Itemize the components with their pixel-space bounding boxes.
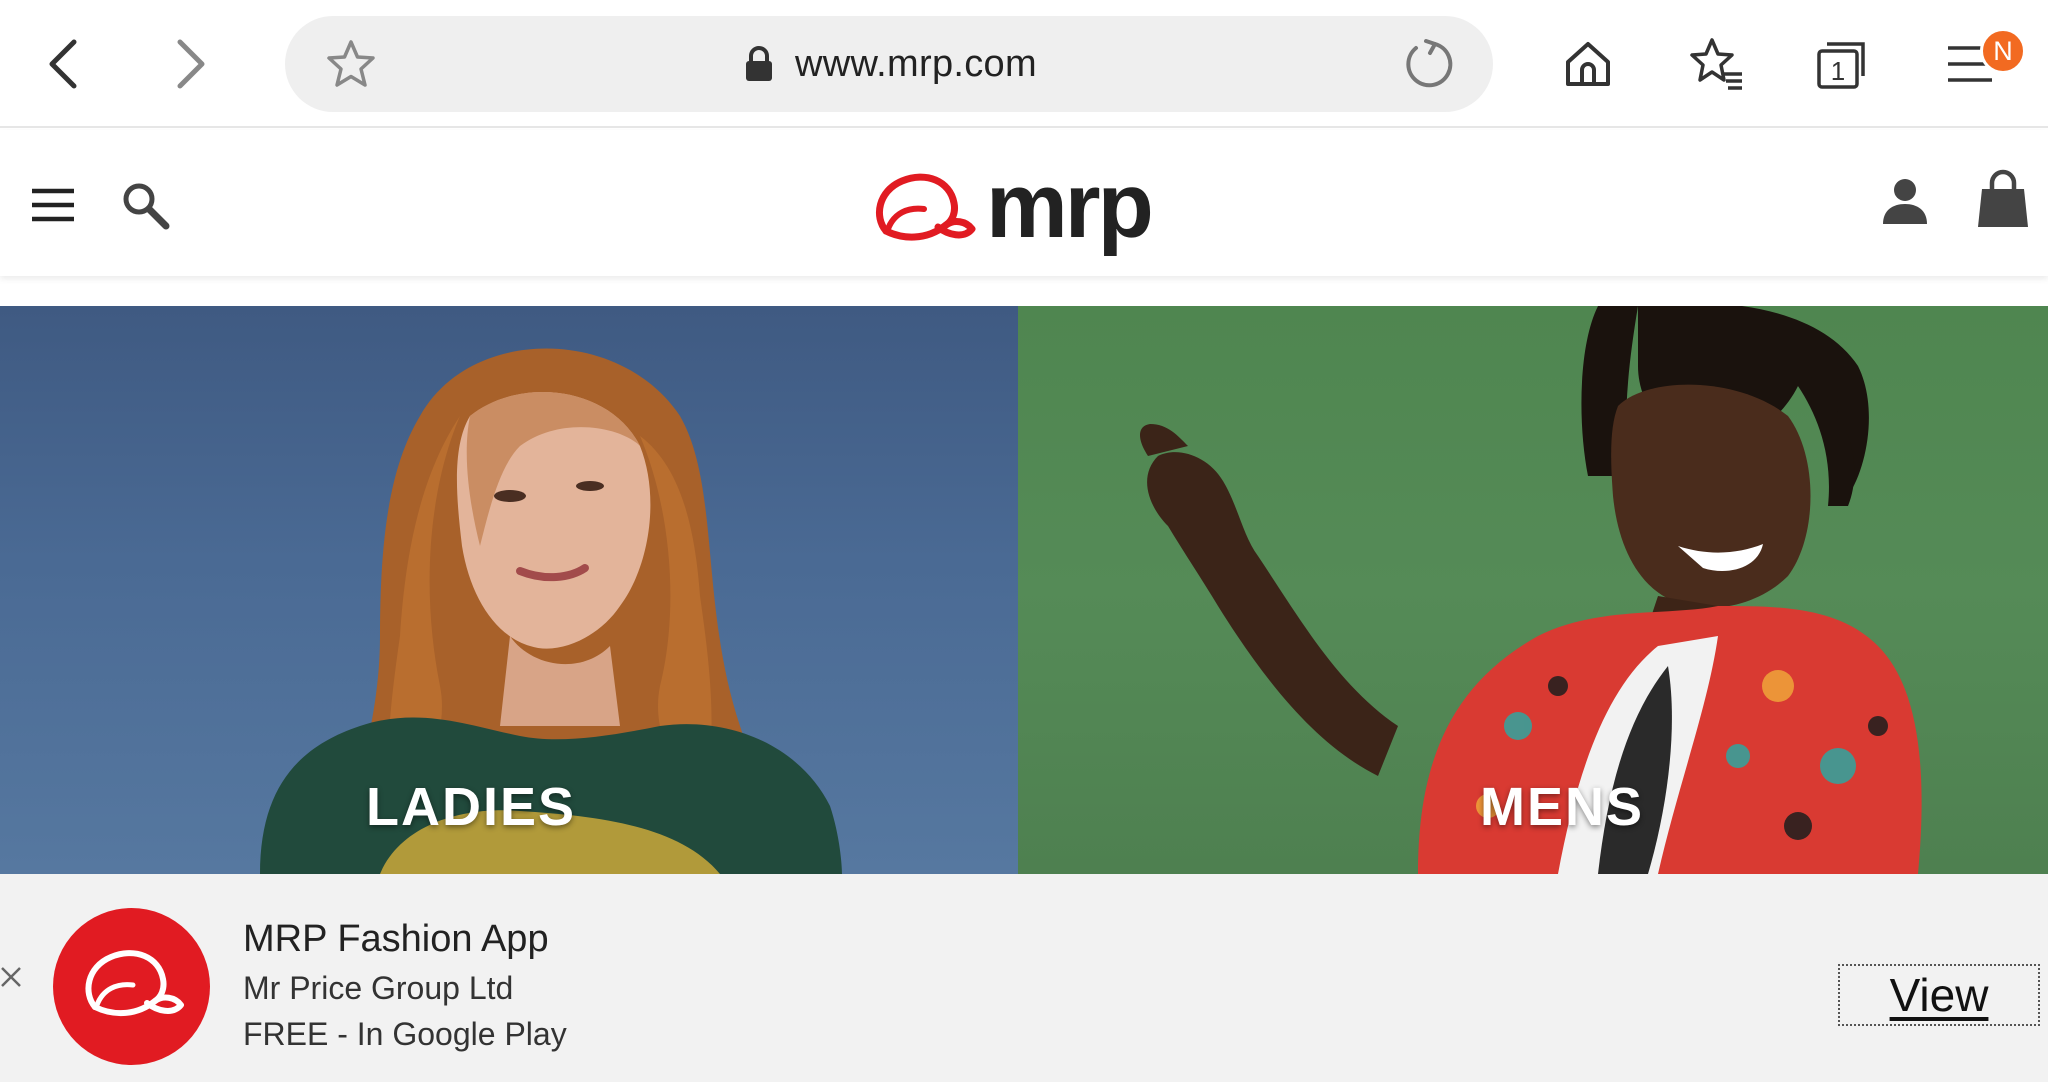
- user-icon: [1883, 179, 1927, 224]
- chevron-right-icon: [177, 39, 205, 89]
- view-app-button[interactable]: View: [1838, 964, 2040, 1026]
- tab-count: 1: [1831, 56, 1845, 86]
- address-bar[interactable]: www.mrp.com: [285, 16, 1493, 112]
- mrp-logo[interactable]: mrp: [868, 160, 1154, 256]
- tabs-icon: 1: [1817, 42, 1865, 89]
- cap-logo-icon: [875, 173, 976, 241]
- reload-button[interactable]: [1399, 34, 1459, 94]
- browser-toolbar: www.mrp.com 1 N: [0, 0, 2048, 128]
- ladies-label: LADIES: [366, 777, 577, 837]
- hero-section: LADIES MENS: [0, 306, 2048, 874]
- app-title: MRP Fashion App: [243, 918, 549, 960]
- url-display: www.mrp.com: [285, 16, 1493, 112]
- forward-button[interactable]: [148, 22, 232, 106]
- profile-badge[interactable]: N: [1980, 28, 2026, 74]
- bookmarks-list-icon: [1690, 38, 1742, 90]
- cap-logo-icon: [84, 949, 184, 1016]
- site-search-button[interactable]: [114, 174, 176, 236]
- cart-button[interactable]: [1970, 164, 2036, 234]
- ladies-category-tile[interactable]: LADIES: [0, 306, 1018, 874]
- app-logo: [53, 908, 210, 1065]
- banner-close-button[interactable]: [0, 966, 24, 995]
- home-icon: [1566, 42, 1610, 86]
- site-menu-button[interactable]: [22, 174, 84, 236]
- close-icon: [1, 967, 21, 987]
- hamburger-icon: [32, 188, 74, 222]
- reload-icon: [1406, 39, 1453, 88]
- site-header: mrp: [0, 130, 2048, 276]
- app-publisher: Mr Price Group Ltd: [243, 970, 514, 1006]
- bookmarks-button[interactable]: [1674, 22, 1758, 106]
- tabs-button[interactable]: 1: [1800, 22, 1884, 106]
- app-price-store: FREE - In Google Play: [243, 1016, 567, 1052]
- url-text: www.mrp.com: [795, 42, 1037, 85]
- back-button[interactable]: [22, 22, 106, 106]
- account-button[interactable]: [1874, 168, 1936, 234]
- logo-wordmark: mrp: [986, 155, 1154, 257]
- search-icon: [123, 183, 170, 230]
- home-button[interactable]: [1546, 22, 1630, 106]
- chevron-left-icon: [49, 39, 77, 89]
- mens-label: MENS: [1480, 777, 1645, 837]
- shopping-bag-icon: [1978, 169, 2028, 227]
- page-root: www.mrp.com 1 N mrp LADIES MENS MRP Fash…: [0, 0, 2048, 1082]
- lock-icon: [741, 44, 777, 84]
- mens-category-tile[interactable]: MENS: [1018, 306, 2048, 874]
